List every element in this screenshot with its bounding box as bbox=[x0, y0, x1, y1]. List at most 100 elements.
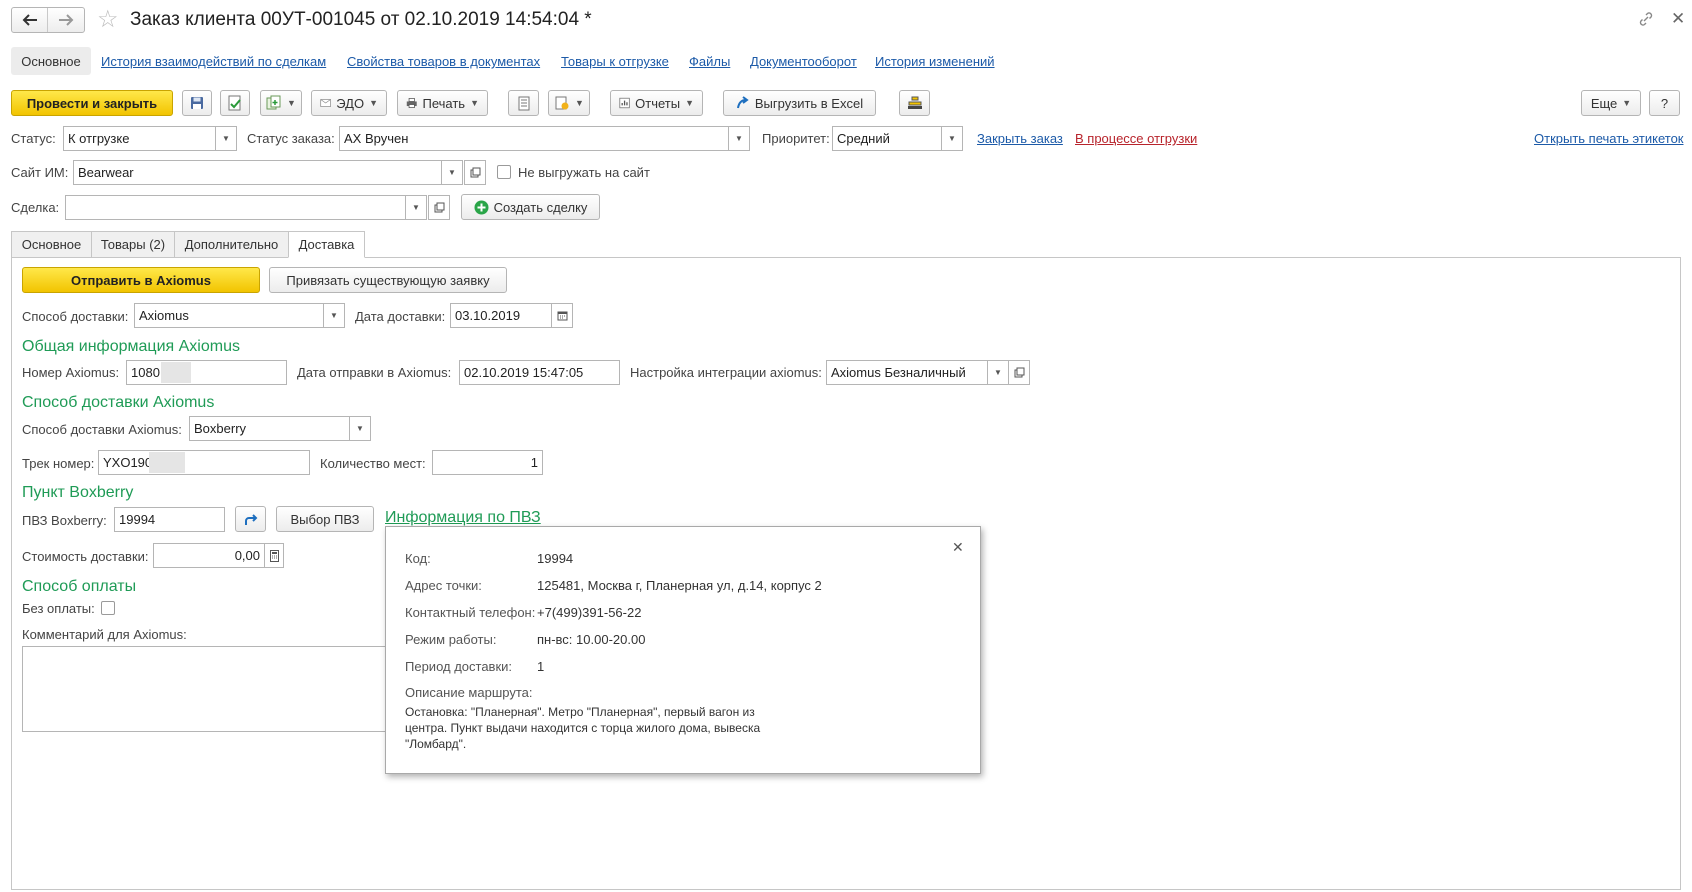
open-deal-button[interactable] bbox=[428, 195, 450, 220]
chevron-down-icon[interactable]: ▼ bbox=[349, 417, 370, 440]
post-button[interactable] bbox=[220, 90, 250, 116]
shipping-process-link[interactable]: В процессе отгрузки bbox=[1075, 131, 1197, 146]
close-popup-icon[interactable]: ✕ bbox=[952, 539, 964, 556]
choose-pvz-button[interactable]: Выбор ПВЗ bbox=[276, 506, 374, 532]
back-button[interactable] bbox=[12, 8, 48, 32]
axiomus-number-input[interactable]: 1080 bbox=[126, 360, 287, 385]
calculator-button[interactable] bbox=[264, 543, 284, 568]
forward-button[interactable] bbox=[48, 8, 84, 32]
edo-icon bbox=[320, 99, 331, 107]
nav-link-goods-shipment[interactable]: Товары к отгрузке bbox=[561, 54, 669, 69]
track-number-input[interactable]: YXO190 bbox=[98, 450, 310, 475]
delivery-method-value: Axiomus bbox=[139, 308, 189, 323]
comment-textarea[interactable] bbox=[22, 646, 392, 732]
open-integration-button[interactable] bbox=[1008, 360, 1030, 385]
tab-additional[interactable]: Дополнительно bbox=[174, 231, 289, 258]
places-count-label: Количество мест: bbox=[320, 456, 426, 471]
edo-button[interactable]: ЭДО ▼ bbox=[311, 90, 387, 116]
chevron-down-icon[interactable]: ▼ bbox=[987, 361, 1008, 384]
tab-main-label: Основное bbox=[21, 237, 82, 252]
site-select[interactable]: Bearwear ▼ bbox=[73, 160, 463, 185]
order-status-select[interactable]: АХ Вручен ▼ bbox=[339, 126, 750, 151]
nav-link-docflow[interactable]: Документооборот bbox=[750, 54, 857, 69]
scales-button[interactable] bbox=[899, 90, 930, 116]
nav-tab-main-label: Основное bbox=[21, 53, 81, 69]
tab-main[interactable]: Основное bbox=[11, 231, 92, 258]
site-value: Bearwear bbox=[78, 165, 134, 180]
printer-icon bbox=[406, 98, 417, 108]
chevron-down-icon: ▼ bbox=[287, 98, 296, 108]
close-order-link[interactable]: Закрыть заказ bbox=[977, 131, 1063, 146]
nav-back-forward bbox=[11, 7, 85, 33]
document-list-button[interactable] bbox=[508, 90, 539, 116]
link-icon[interactable] bbox=[1638, 11, 1654, 27]
chevron-down-icon[interactable]: ▼ bbox=[941, 127, 962, 150]
pvz-go-button[interactable] bbox=[235, 506, 266, 532]
send-axiomus-button[interactable]: Отправить в Axiomus bbox=[22, 267, 260, 293]
priority-select[interactable]: Средний ▼ bbox=[832, 126, 963, 151]
popup-code-label: Код: bbox=[405, 551, 431, 566]
delivery-cost-input[interactable]: 0,00 bbox=[153, 543, 265, 568]
pvz-info-link[interactable]: Информация по ПВЗ bbox=[385, 509, 541, 527]
deal-select[interactable]: ▼ bbox=[65, 195, 427, 220]
delivery-cost-label: Стоимость доставки: bbox=[22, 549, 149, 564]
nav-tab-main[interactable]: Основное bbox=[11, 47, 91, 75]
bind-request-button[interactable]: Привязать существующую заявку bbox=[269, 267, 507, 293]
delivery-date-input[interactable]: 03.10.2019 bbox=[450, 303, 552, 328]
popup-period-value: 1 bbox=[537, 659, 545, 674]
axiomus-number-value: 1080 bbox=[131, 365, 160, 380]
send-date-input[interactable]: 02.10.2019 15:47:05 bbox=[459, 360, 620, 385]
export-excel-button[interactable]: Выгрузить в Excel bbox=[723, 90, 876, 116]
more-button[interactable]: Еще ▼ bbox=[1581, 90, 1641, 116]
chevron-down-icon[interactable]: ▼ bbox=[405, 196, 426, 219]
popup-route-line3: "Ломбард". bbox=[405, 737, 467, 751]
pvz-boxberry-input[interactable]: 19994 bbox=[114, 507, 225, 532]
popup-hours-value: пн-вс: 10.00-20.00 bbox=[537, 632, 646, 647]
nav-link-files[interactable]: Файлы bbox=[689, 54, 730, 69]
chevron-down-icon[interactable]: ▼ bbox=[441, 161, 462, 184]
tab-goods-label: Товары (2) bbox=[100, 237, 166, 252]
save-button[interactable] bbox=[182, 90, 212, 116]
axiomus-method-select[interactable]: Boxberry ▼ bbox=[189, 416, 371, 441]
help-button[interactable]: ? bbox=[1649, 90, 1680, 116]
post-and-close-button[interactable]: Провести и закрыть bbox=[11, 90, 173, 116]
create-deal-button[interactable]: Создать сделку bbox=[461, 194, 600, 220]
nav-link-history-deals[interactable]: История взаимодействий по сделкам bbox=[101, 54, 326, 69]
send-date-label: Дата отправки в Axiomus: bbox=[297, 365, 452, 380]
window-title: Заказ клиента 00УТ-001045 от 02.10.2019 … bbox=[130, 9, 592, 30]
no-upload-checkbox[interactable] bbox=[497, 165, 511, 179]
chevron-down-icon[interactable]: ▼ bbox=[323, 304, 344, 327]
no-payment-checkbox[interactable] bbox=[101, 601, 115, 615]
attachments-button[interactable]: ▼ bbox=[548, 90, 590, 116]
print-labels-link[interactable]: Открыть печать этикеток bbox=[1534, 131, 1683, 146]
create-based-on-button[interactable]: ▼ bbox=[260, 90, 302, 116]
track-number-value: YXO190 bbox=[103, 455, 153, 470]
chevron-down-icon[interactable]: ▼ bbox=[215, 127, 236, 150]
tab-goods[interactable]: Товары (2) bbox=[91, 231, 175, 258]
clip-document-icon bbox=[555, 96, 569, 110]
pvz-info-popup: ✕ Код: 19994 Адрес точки: 125481, Москва… bbox=[385, 526, 981, 774]
close-window-icon[interactable]: ✕ bbox=[1671, 9, 1685, 29]
status-label: Статус: bbox=[11, 131, 56, 146]
calendar-button[interactable] bbox=[551, 303, 573, 328]
reports-button[interactable]: Отчеты ▼ bbox=[610, 90, 703, 116]
reports-label: Отчеты bbox=[635, 95, 681, 111]
open-site-button[interactable] bbox=[464, 160, 486, 185]
delivery-method-select[interactable]: Axiomus ▼ bbox=[134, 303, 345, 328]
nav-link-properties[interactable]: Свойства товаров в документах bbox=[347, 54, 540, 69]
choose-pvz-label: Выбор ПВЗ bbox=[290, 511, 360, 527]
tab-delivery[interactable]: Доставка bbox=[288, 231, 365, 258]
priority-value: Средний bbox=[837, 131, 890, 146]
print-button[interactable]: Печать ▼ bbox=[397, 90, 488, 116]
integration-select[interactable]: Axiomus Безналичный ▼ bbox=[826, 360, 1009, 385]
nav-link-change-history[interactable]: История изменений bbox=[875, 54, 995, 69]
chevron-down-icon[interactable]: ▼ bbox=[728, 127, 749, 150]
delivery-method-label: Способ доставки: bbox=[22, 309, 129, 324]
chevron-down-icon: ▼ bbox=[575, 98, 584, 108]
places-count-input[interactable]: 1 bbox=[432, 450, 543, 475]
floppy-disk-icon bbox=[191, 97, 203, 109]
popup-period-label: Период доставки: bbox=[405, 659, 513, 674]
favorite-star-icon[interactable]: ☆ bbox=[97, 8, 119, 32]
status-select[interactable]: К отгрузке ▼ bbox=[63, 126, 237, 151]
document-post-icon bbox=[228, 95, 241, 111]
